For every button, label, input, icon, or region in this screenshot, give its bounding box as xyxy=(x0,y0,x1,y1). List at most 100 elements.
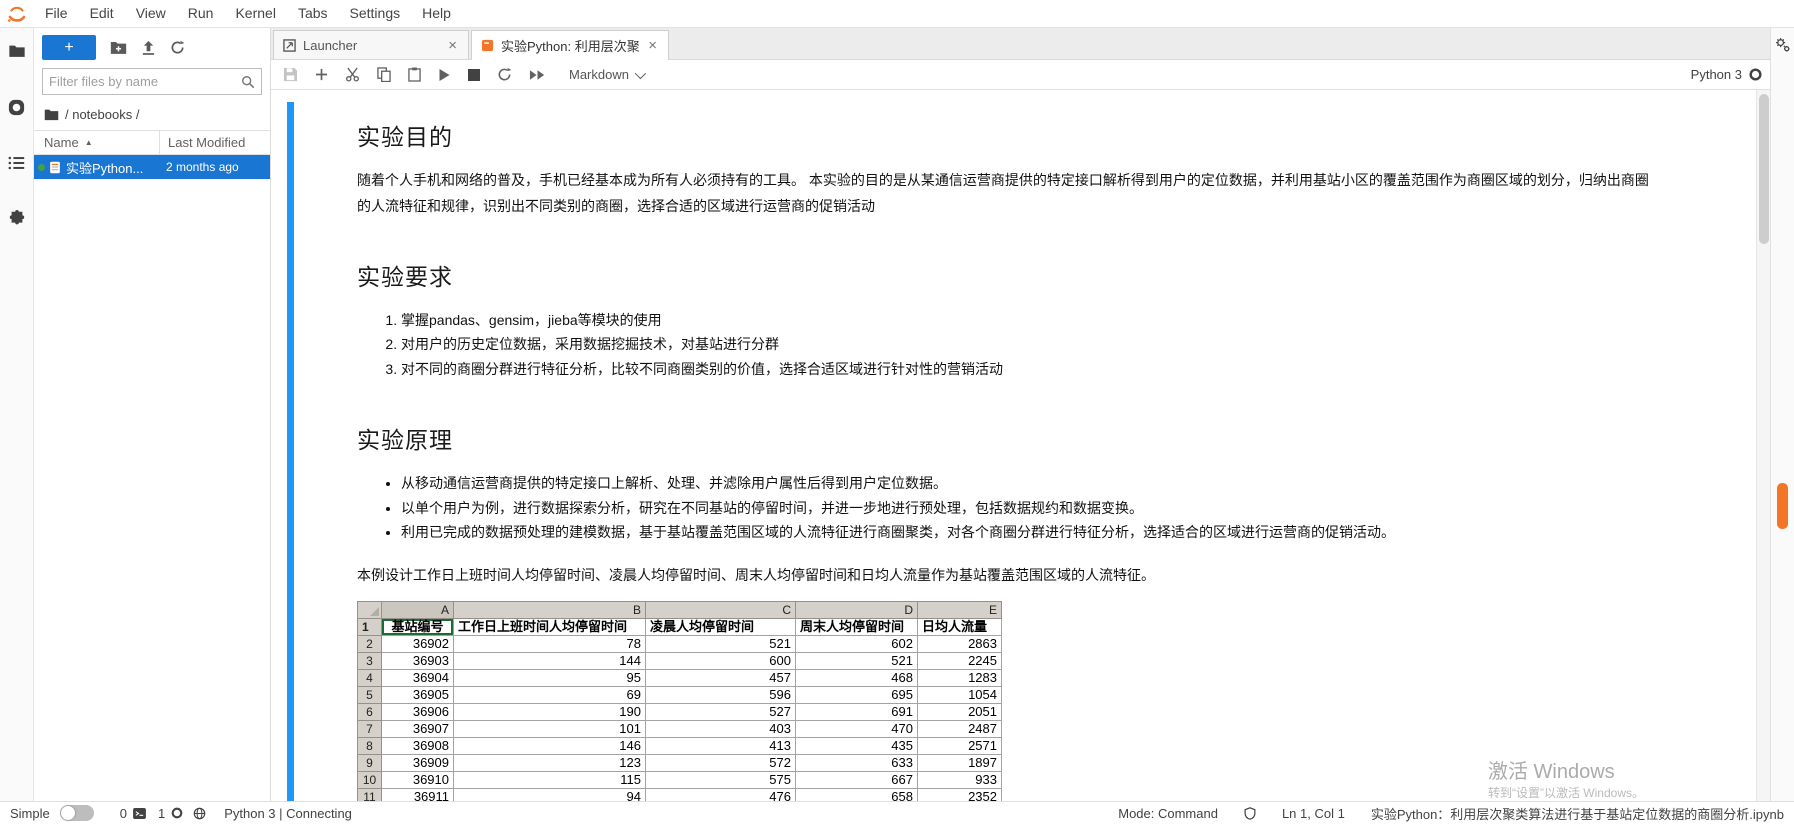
new-launcher-button[interactable]: + xyxy=(42,35,96,60)
menu-kernel[interactable]: Kernel xyxy=(224,0,286,27)
globe-icon[interactable] xyxy=(193,807,206,820)
excel-row-number: 4 xyxy=(358,669,382,686)
breadcrumb[interactable]: / notebooks / xyxy=(34,101,270,130)
rail-scroll-thumb[interactable] xyxy=(1777,483,1788,529)
excel-cell: 691 xyxy=(796,703,918,720)
menu-file[interactable]: File xyxy=(34,0,79,27)
selected-cell-bar[interactable] xyxy=(287,102,294,801)
excel-letters-row: A B C D E xyxy=(358,601,1002,618)
excel-cell: 575 xyxy=(646,771,796,788)
excel-cell: 36903 xyxy=(382,652,454,669)
excel-cell: 602 xyxy=(796,635,918,652)
excel-cell: 146 xyxy=(454,737,646,754)
menu-tabs[interactable]: Tabs xyxy=(287,0,339,27)
refresh-icon[interactable] xyxy=(170,40,185,55)
column-name[interactable]: Name ▲ xyxy=(34,131,160,154)
file-row-selected[interactable]: 实验Python... 2 months ago xyxy=(34,155,270,179)
excel-col-letter: B xyxy=(454,601,646,618)
property-inspector-gears-icon[interactable] xyxy=(1774,36,1791,53)
file-filter-input[interactable] xyxy=(49,74,241,89)
excel-cell: 521 xyxy=(796,652,918,669)
kernel-indicator[interactable]: Python 3 xyxy=(1691,67,1762,82)
excel-cell: 658 xyxy=(796,788,918,801)
excel-cell: 123 xyxy=(454,754,646,771)
excel-cell: 470 xyxy=(796,720,918,737)
kernel-name-label: Python 3 xyxy=(1691,67,1742,82)
excel-screenshot-table: A B C D E 1 基站编号 工作日上班时间人均停留时间 凌晨人均停留时间 xyxy=(357,601,1002,801)
tab-notebook[interactable]: 实验Python: 利用层次聚类 × xyxy=(471,30,669,59)
kernel-status-icon xyxy=(1749,68,1762,81)
excel-cell: 2352 xyxy=(918,788,1002,801)
excel-col-letter: C xyxy=(646,601,796,618)
excel-cell: 2487 xyxy=(918,720,1002,737)
excel-row-number: 5 xyxy=(358,686,382,703)
paste-icon[interactable] xyxy=(408,67,421,82)
excel-cell: 94 xyxy=(454,788,646,801)
cell-type-dropdown[interactable]: Markdown xyxy=(569,67,643,82)
simple-mode-toggle[interactable] xyxy=(60,805,94,821)
home-folder-icon[interactable] xyxy=(44,108,59,121)
file-browser-panel: + / notebooks / Name xyxy=(34,28,271,801)
simple-mode-label: Simple xyxy=(10,806,50,821)
close-icon[interactable]: × xyxy=(446,37,459,54)
principles-list: 从移动通信运营商提供的特定接口上解析、处理、并滤除用户属性后得到用户定位数据。以… xyxy=(401,471,1660,545)
running-sessions-icon[interactable] xyxy=(6,96,28,118)
cursor-position-label[interactable]: Ln 1, Col 1 xyxy=(1282,806,1345,821)
copy-icon[interactable] xyxy=(377,67,391,82)
excel-row-number: 11 xyxy=(358,788,382,801)
tab-launcher[interactable]: Launcher × xyxy=(273,30,469,59)
notebook-tab-icon xyxy=(481,39,494,52)
excel-cell: 36905 xyxy=(382,686,454,703)
excel-cell: 933 xyxy=(918,771,1002,788)
restart-icon[interactable] xyxy=(497,67,512,82)
menu-run[interactable]: Run xyxy=(177,0,225,27)
excel-cell: 1054 xyxy=(918,686,1002,703)
new-folder-icon[interactable] xyxy=(110,40,127,55)
excel-cell: 144 xyxy=(454,652,646,669)
scrollbar-thumb[interactable] xyxy=(1759,94,1769,244)
fast-forward-icon[interactable] xyxy=(529,69,546,81)
notebook-scrollbar[interactable] xyxy=(1756,90,1770,801)
excel-cell: 36910 xyxy=(382,771,454,788)
excel-cell: 78 xyxy=(454,635,646,652)
excel-header-cell: 工作日上班时间人均停留时间 xyxy=(454,618,646,635)
heading-purpose: 实验目的 xyxy=(357,118,1660,152)
heading-principle: 实验原理 xyxy=(357,421,1660,455)
stop-icon[interactable] xyxy=(468,69,480,81)
running-kernels-count[interactable]: 1 xyxy=(158,806,183,821)
cell-type-value: Markdown xyxy=(569,67,629,82)
excel-data-row: 6369061905276912051 xyxy=(358,703,1002,720)
excel-cell: 36911 xyxy=(382,788,454,801)
markdown-cell[interactable]: 实验目的 随着个人手机和网络的普及，手机已经基本成为所有人必须持有的工具。 本实… xyxy=(271,90,1770,801)
menu-view[interactable]: View xyxy=(125,0,177,27)
excel-cell: 36909 xyxy=(382,754,454,771)
sort-ascending-icon: ▲ xyxy=(85,138,93,147)
excel-cell: 69 xyxy=(454,686,646,703)
menu-edit[interactable]: Edit xyxy=(79,0,125,27)
kernel-status-label[interactable]: Python 3 | Connecting xyxy=(224,806,352,821)
running-dot-icon xyxy=(38,164,45,171)
excel-header-cell: 周末人均停留时间 xyxy=(796,618,918,635)
menu-settings[interactable]: Settings xyxy=(339,0,412,27)
list-item: 从移动通信运营商提供的特定接口上解析、处理、并滤除用户属性后得到用户定位数据。 xyxy=(401,471,1660,496)
save-icon[interactable] xyxy=(283,67,298,82)
file-filter-box xyxy=(42,68,262,95)
column-last-modified[interactable]: Last Modified xyxy=(160,135,270,150)
tab-notebook-label: 实验Python: 利用层次聚类 xyxy=(501,36,639,55)
extensions-puzzle-icon[interactable] xyxy=(6,208,28,230)
upload-icon[interactable] xyxy=(141,40,156,55)
excel-cell: 101 xyxy=(454,720,646,737)
notebook-file-icon xyxy=(49,161,61,174)
excel-header-row: 1 基站编号 工作日上班时间人均停留时间 凌晨人均停留时间 周末人均停留时间 日… xyxy=(358,618,1002,635)
excel-col-letter: E xyxy=(918,601,1002,618)
running-terminals-count[interactable]: 0 xyxy=(120,806,146,821)
notebook-area: Launcher × 实验Python: 利用层次聚类 × xyxy=(271,28,1770,801)
excel-row-number: 3 xyxy=(358,652,382,669)
menu-help[interactable]: Help xyxy=(411,0,462,27)
add-cell-icon[interactable] xyxy=(315,68,328,81)
table-of-contents-icon[interactable] xyxy=(6,152,28,174)
close-icon[interactable]: × xyxy=(646,37,659,54)
run-icon[interactable] xyxy=(438,68,451,82)
folder-icon[interactable] xyxy=(6,40,28,62)
cut-icon[interactable] xyxy=(345,67,360,82)
